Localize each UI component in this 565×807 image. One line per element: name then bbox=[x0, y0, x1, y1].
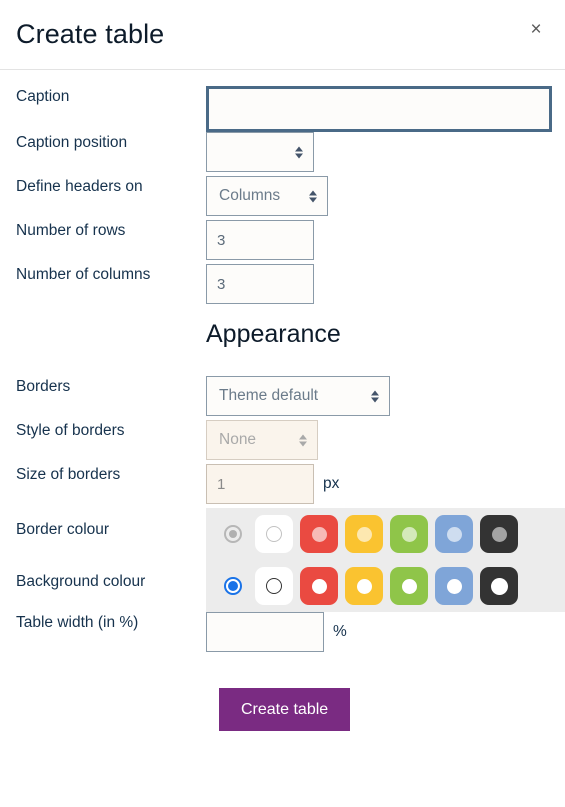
borders-select[interactable]: Theme default bbox=[206, 376, 390, 416]
field-row-size-of-borders: Size of borders px bbox=[0, 464, 565, 508]
dialog-header: Create table × bbox=[0, 0, 565, 70]
table-width-label: Table width (in %) bbox=[16, 614, 139, 631]
background-colour-swatch-blue[interactable] bbox=[435, 567, 473, 605]
chevron-updown-icon bbox=[298, 433, 307, 448]
caption-position-label: Caption position bbox=[16, 134, 128, 151]
field-row-number-of-rows: Number of rows bbox=[0, 220, 565, 264]
background-colour-radio-none[interactable] bbox=[224, 577, 242, 595]
border-colour-swatch-dark[interactable] bbox=[480, 515, 518, 553]
background-colour-swatch-white[interactable] bbox=[255, 567, 293, 605]
appearance-section-header: Appearance bbox=[0, 322, 565, 376]
table-width-input[interactable] bbox=[206, 612, 324, 652]
background-colour-swatch-dark[interactable] bbox=[480, 567, 518, 605]
caption-label: Caption bbox=[16, 88, 70, 105]
size-of-borders-input[interactable] bbox=[206, 464, 314, 504]
close-icon[interactable]: × bbox=[523, 16, 549, 42]
border-colour-swatch-red[interactable] bbox=[300, 515, 338, 553]
field-row-style-of-borders: Style of borders None bbox=[0, 420, 565, 464]
border-colour-swatch-white[interactable] bbox=[255, 515, 293, 553]
define-headers-label: Define headers on bbox=[16, 178, 143, 195]
page-title: Create table bbox=[16, 19, 165, 49]
number-of-columns-label: Number of columns bbox=[16, 266, 151, 283]
field-row-caption: Caption bbox=[0, 86, 565, 132]
field-row-border-colour: Border colour bbox=[0, 508, 565, 560]
background-colour-swatch-red[interactable] bbox=[300, 567, 338, 605]
chevron-updown-icon bbox=[294, 145, 303, 160]
chevron-updown-icon bbox=[308, 189, 317, 204]
number-of-rows-label: Number of rows bbox=[16, 222, 126, 239]
chevron-updown-icon bbox=[370, 389, 379, 404]
borders-label: Borders bbox=[16, 378, 71, 395]
table-width-suffix: % bbox=[333, 623, 347, 640]
border-colour-radio-none[interactable] bbox=[224, 525, 242, 543]
field-row-borders: Borders Theme default bbox=[0, 376, 565, 420]
number-of-rows-input[interactable] bbox=[206, 220, 314, 260]
field-row-define-headers: Define headers on Columns bbox=[0, 176, 565, 220]
style-of-borders-label: Style of borders bbox=[16, 422, 125, 439]
define-headers-value: Columns bbox=[219, 187, 281, 204]
field-row-caption-position: Caption position bbox=[0, 132, 565, 176]
style-of-borders-select[interactable]: None bbox=[206, 420, 318, 460]
caption-input[interactable] bbox=[206, 86, 552, 132]
borders-value: Theme default bbox=[219, 387, 319, 404]
border-colour-label: Border colour bbox=[16, 521, 110, 538]
border-colour-swatch-yellow[interactable] bbox=[345, 515, 383, 553]
size-of-borders-suffix: px bbox=[323, 475, 340, 492]
field-row-background-colour: Background colour bbox=[0, 560, 565, 612]
number-of-columns-input[interactable] bbox=[206, 264, 314, 304]
background-colour-label: Background colour bbox=[16, 573, 146, 590]
caption-position-select[interactable] bbox=[206, 132, 314, 172]
dialog-actions: Create table bbox=[0, 688, 565, 732]
border-colour-swatch-green[interactable] bbox=[390, 515, 428, 553]
field-row-table-width: Table width (in %) % bbox=[0, 612, 565, 656]
background-colour-swatch-green[interactable] bbox=[390, 567, 428, 605]
border-colour-swatches bbox=[206, 508, 565, 560]
create-table-button[interactable]: Create table bbox=[219, 688, 351, 732]
background-colour-swatches bbox=[206, 560, 565, 612]
field-row-number-of-columns: Number of columns bbox=[0, 264, 565, 308]
size-of-borders-label: Size of borders bbox=[16, 466, 121, 483]
create-table-form: Caption Caption position Define headers … bbox=[0, 70, 565, 732]
actions-spacer bbox=[0, 688, 219, 731]
style-of-borders-value: None bbox=[219, 431, 257, 448]
define-headers-select[interactable]: Columns bbox=[206, 176, 328, 216]
background-colour-swatch-yellow[interactable] bbox=[345, 567, 383, 605]
appearance-heading: Appearance bbox=[206, 320, 341, 348]
border-colour-swatch-blue[interactable] bbox=[435, 515, 473, 553]
